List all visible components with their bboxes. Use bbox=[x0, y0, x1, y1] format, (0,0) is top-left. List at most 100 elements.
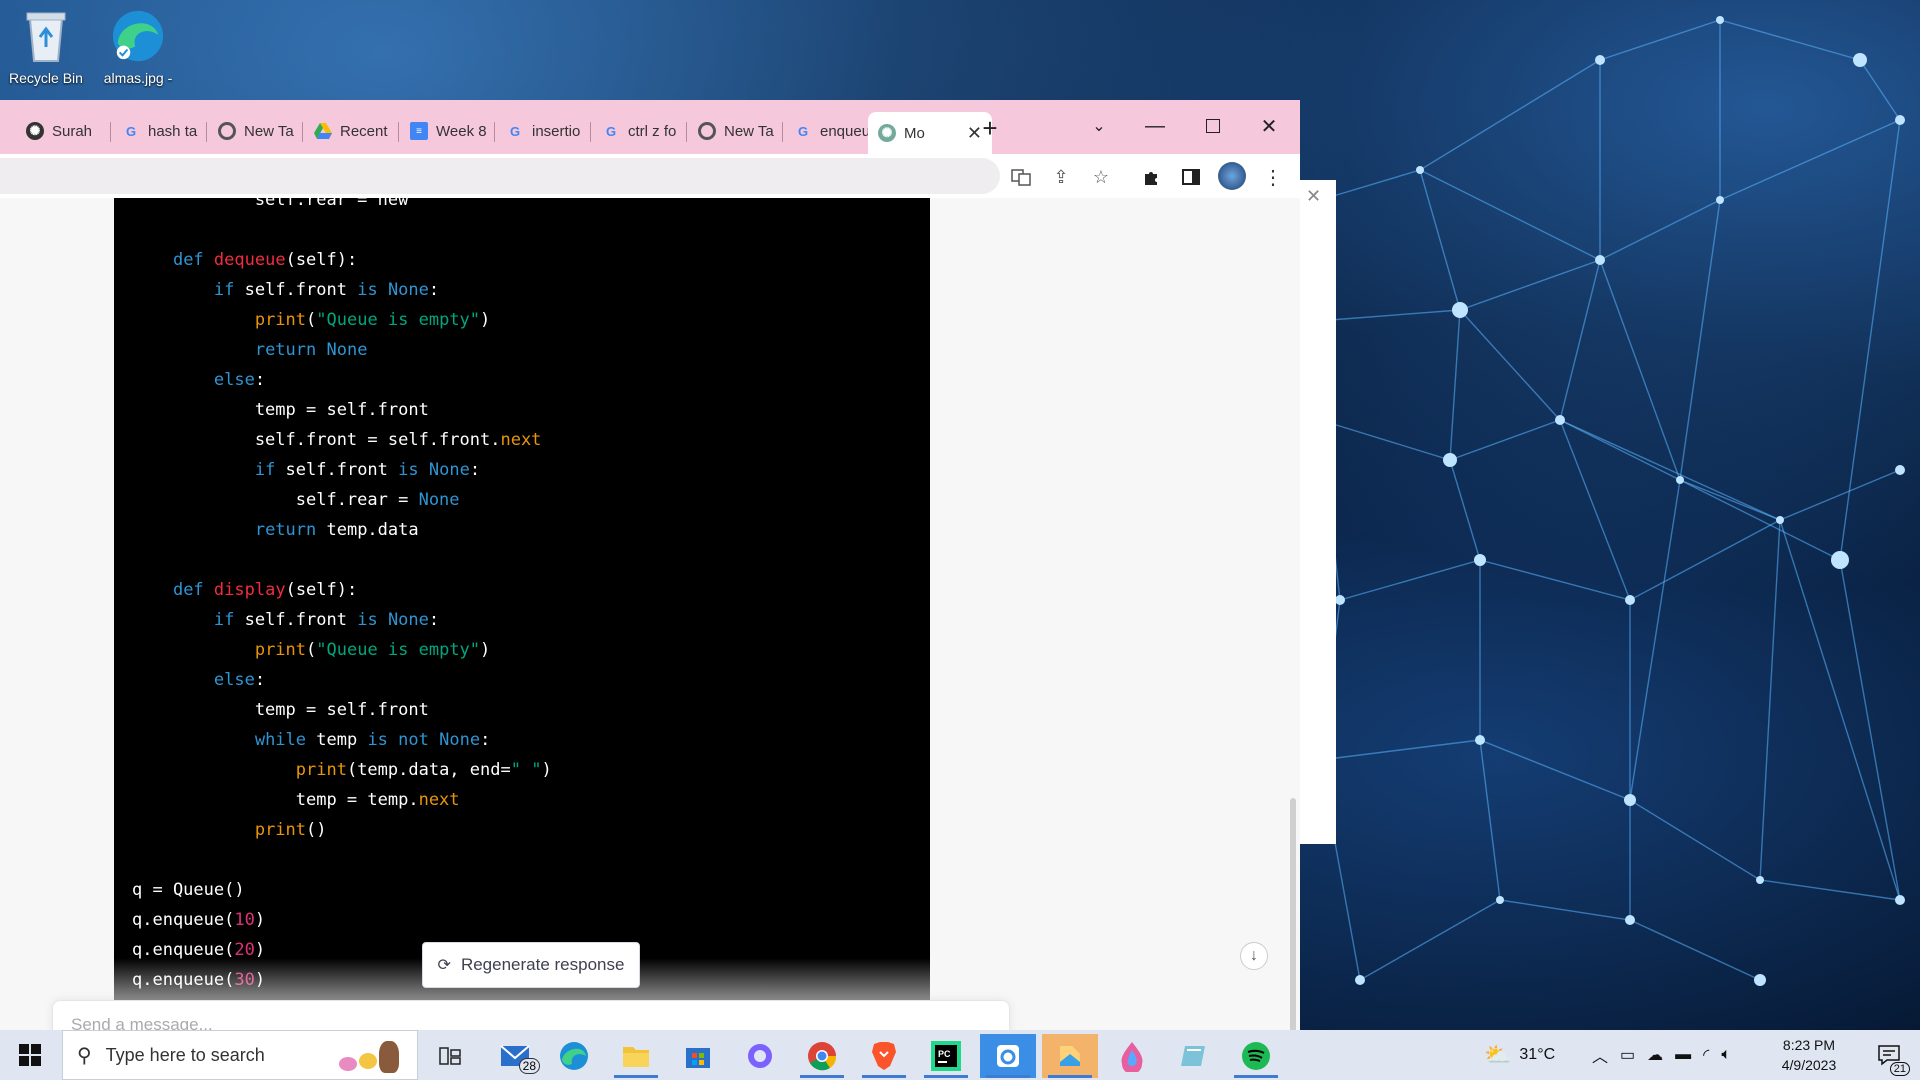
share-icon[interactable]: ⇪ bbox=[1048, 164, 1074, 190]
search-icon: ⚲ bbox=[77, 1044, 92, 1067]
files-icon[interactable] bbox=[1042, 1034, 1098, 1078]
scroll-down-arrow-icon[interactable]: ↓ bbox=[1240, 942, 1268, 970]
pycharm-icon[interactable]: PC bbox=[918, 1034, 974, 1078]
code-line: print("Queue is empty") bbox=[254, 310, 491, 330]
google-icon: G bbox=[605, 123, 617, 139]
code-line: print() bbox=[254, 820, 327, 840]
code-line: if self.front is None: bbox=[213, 610, 440, 630]
desktop-icon-almas-shortcut[interactable]: almas.jpg - Shortcut bbox=[96, 6, 180, 88]
network-wallpaper-art bbox=[1315, 16, 1905, 986]
edge-shortcut-icon bbox=[110, 6, 166, 66]
tab-hash-table[interactable]: G hash ta bbox=[112, 114, 202, 148]
tab-search-chevron-icon[interactable]: ⌄ bbox=[1076, 108, 1122, 144]
new-tab-button[interactable]: + bbox=[968, 110, 1012, 146]
bookmark-star-icon[interactable]: ☆ bbox=[1088, 164, 1114, 190]
search-placeholder: Type here to search bbox=[105, 1044, 265, 1065]
browser-toolbar: ⇪ ☆ ⋮ bbox=[0, 154, 1300, 198]
tab-insertion[interactable]: G insertio bbox=[496, 114, 586, 148]
address-bar[interactable] bbox=[0, 158, 1000, 194]
weather-temperature: 31°C bbox=[1519, 1046, 1556, 1063]
desktop-icon-label: almas.jpg - Shortcut bbox=[103, 70, 173, 88]
regenerate-label: Regenerate response bbox=[460, 955, 625, 974]
google-drive-icon bbox=[314, 122, 332, 140]
task-view-icon[interactable] bbox=[422, 1034, 478, 1078]
microsoft-store-icon[interactable] bbox=[670, 1034, 726, 1078]
edge-icon[interactable] bbox=[546, 1034, 602, 1078]
message-input-placeholder: Send a message... bbox=[71, 1015, 213, 1030]
notification-count-badge: 21 bbox=[1889, 1062, 1910, 1076]
tab-strip: ✺ Surah G hash ta New Ta Recent ≡ Week 8… bbox=[0, 100, 1300, 154]
code-line: print("Queue is empty") bbox=[254, 640, 491, 660]
translate-icon[interactable] bbox=[1008, 164, 1034, 190]
close-button[interactable]: ✕ bbox=[1246, 108, 1292, 144]
tab-enqueue[interactable]: G enqueu bbox=[784, 114, 874, 148]
taskbar-search-box[interactable]: ⚲ Type here to search bbox=[62, 1030, 418, 1080]
openai-icon: ✺ bbox=[878, 124, 896, 142]
minimize-button[interactable]: — bbox=[1132, 108, 1178, 144]
office-icon[interactable] bbox=[732, 1034, 788, 1078]
easter-bunny-icon bbox=[329, 1035, 409, 1075]
code-line: if self.front is None: bbox=[213, 280, 440, 300]
clock-date: 4/9/2023 bbox=[1781, 1057, 1837, 1073]
chat-content-area: self.rear = new def dequeue(self): if se… bbox=[0, 198, 1300, 1030]
tab-new-tab-1[interactable]: New Ta bbox=[208, 114, 298, 148]
profile-avatar[interactable] bbox=[1218, 162, 1246, 190]
tab-recent[interactable]: Recent bbox=[304, 114, 394, 148]
code-line: if self.front is None: bbox=[254, 460, 481, 480]
code-line: self.front = self.front.next bbox=[132, 430, 542, 450]
code-line: else: bbox=[213, 370, 266, 390]
clock-time: 8:23 PM bbox=[1782, 1037, 1836, 1053]
brave-icon[interactable] bbox=[856, 1034, 912, 1078]
paint-icon[interactable] bbox=[1104, 1034, 1160, 1078]
code-line: def dequeue(self): bbox=[172, 250, 358, 270]
onedrive-cloud-icon[interactable]: ☁ bbox=[1647, 1045, 1663, 1065]
page-scrollbar[interactable] bbox=[1290, 798, 1296, 1030]
mail-icon[interactable]: 28 bbox=[488, 1034, 544, 1078]
extensions-icon[interactable] bbox=[1138, 164, 1164, 190]
menu-kebab-icon[interactable]: ⋮ bbox=[1260, 164, 1286, 190]
regenerate-response-button[interactable]: ⟳ Regenerate response bbox=[422, 942, 640, 988]
app-icon[interactable] bbox=[980, 1034, 1036, 1078]
google-docs-icon: ≡ bbox=[410, 122, 428, 140]
chrome-icon bbox=[218, 122, 236, 140]
file-explorer-icon[interactable] bbox=[608, 1034, 664, 1078]
desktop-icon-recycle-bin[interactable]: Recycle Bin bbox=[4, 6, 88, 86]
meet-now-icon[interactable]: ▭ bbox=[1620, 1045, 1635, 1065]
chrome-icon[interactable] bbox=[794, 1034, 850, 1078]
side-popup-panel: ✕ bbox=[1300, 180, 1336, 844]
weather-partly-cloudy-icon: ⛅ bbox=[1484, 1042, 1512, 1067]
tab-surah[interactable]: ✺ Surah bbox=[16, 114, 106, 148]
notepad-icon[interactable] bbox=[1166, 1034, 1222, 1078]
code-line: return temp.data bbox=[254, 520, 419, 540]
battery-icon[interactable]: ▬ bbox=[1675, 1046, 1691, 1064]
code-block: self.rear = new def dequeue(self): if se… bbox=[114, 198, 930, 1000]
tab-new-tab-2[interactable]: New Ta bbox=[688, 114, 778, 148]
message-input[interactable]: Send a message... bbox=[52, 1000, 1010, 1030]
clock[interactable]: 8:23 PM 4/9/2023 bbox=[1764, 1030, 1854, 1080]
code-line: q = Queue() bbox=[132, 880, 245, 900]
windows-start-button[interactable] bbox=[8, 1038, 52, 1072]
openai-icon: ✺ bbox=[26, 122, 44, 140]
maximize-button[interactable] bbox=[1190, 108, 1236, 144]
spotify-icon[interactable] bbox=[1228, 1034, 1284, 1078]
code-line: q.enqueue(10) bbox=[132, 910, 266, 930]
weather-widget[interactable]: ⛅ 31°C bbox=[1484, 1030, 1555, 1080]
browser-window: ✺ Surah G hash ta New Ta Recent ≡ Week 8… bbox=[0, 100, 1300, 1030]
notification-center-button[interactable]: 21 bbox=[1864, 1030, 1914, 1080]
desktop-icon-label: Recycle Bin bbox=[9, 70, 83, 86]
code-line: print(temp.data, end=" ") bbox=[295, 760, 552, 780]
popup-close-icon[interactable]: ✕ bbox=[1306, 186, 1321, 207]
side-panel-icon[interactable] bbox=[1178, 164, 1204, 190]
volume-icon[interactable]: 🔈︎ bbox=[1721, 1046, 1731, 1064]
code-line: temp = temp.next bbox=[132, 790, 460, 810]
code-line: temp = self.front bbox=[132, 400, 429, 420]
system-tray: ︿ ▭ ☁ ▬ ◜ 🔈︎ bbox=[1592, 1030, 1731, 1080]
show-hidden-icons-chevron-icon[interactable]: ︿ bbox=[1592, 1043, 1608, 1067]
tab-ctrl-z[interactable]: G ctrl z fo bbox=[592, 114, 682, 148]
svg-text:PC: PC bbox=[938, 1049, 951, 1059]
tab-week-8[interactable]: ≡ Week 8 bbox=[400, 114, 490, 148]
google-icon: G bbox=[797, 123, 809, 139]
wifi-icon[interactable]: ◜ bbox=[1703, 1045, 1709, 1065]
windows-logo-icon bbox=[19, 1044, 41, 1066]
code-line: self.rear = None bbox=[132, 490, 460, 510]
